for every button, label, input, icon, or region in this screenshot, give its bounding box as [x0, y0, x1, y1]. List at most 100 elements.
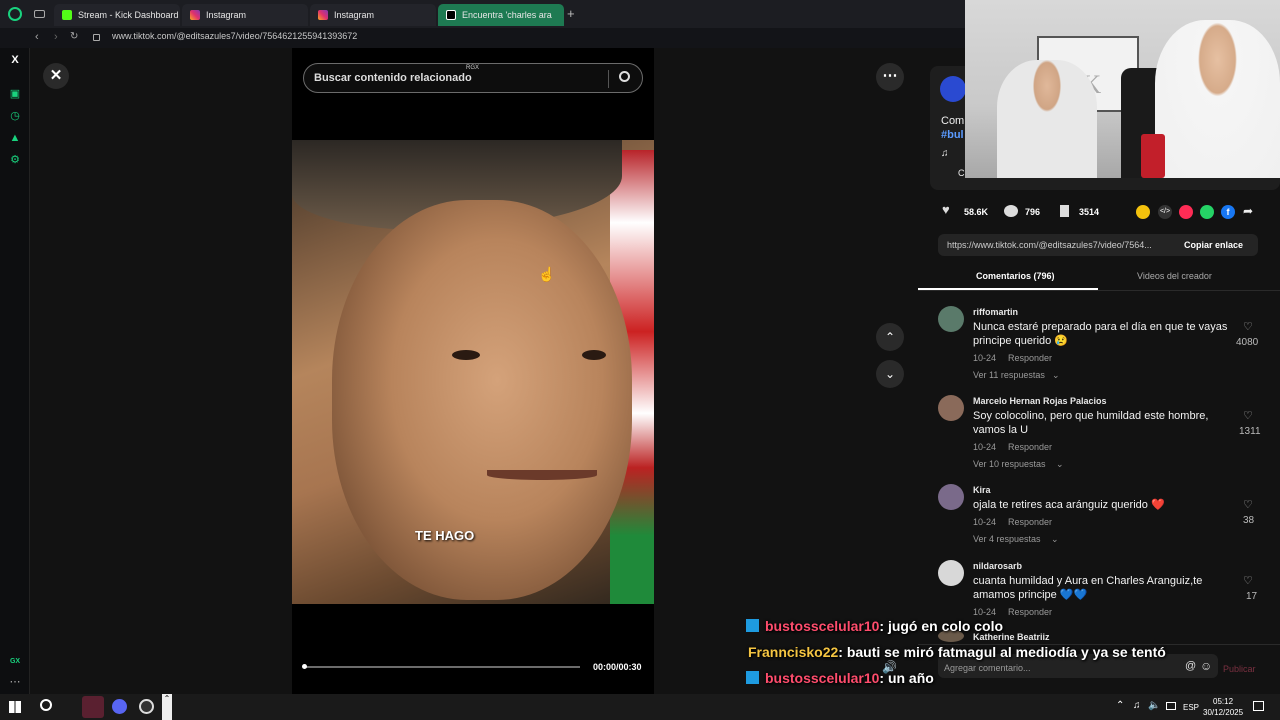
chat-badge-icon [746, 619, 759, 632]
video-caption: TE HAGO [415, 528, 475, 543]
settings-icon[interactable]: ⚙ [9, 154, 21, 166]
search-icon[interactable] [619, 71, 630, 82]
comment-like-icon[interactable]: ♡ [1243, 320, 1253, 333]
search-taskbar-icon[interactable] [40, 699, 52, 711]
next-video-button[interactable]: ⌄ [876, 360, 904, 388]
discord-taskbar-icon[interactable] [112, 699, 127, 714]
network-icon[interactable] [1166, 702, 1176, 710]
windows-start-icon[interactable] [9, 701, 21, 713]
tab-label: Stream - Kick Dashboard [78, 10, 179, 20]
like-count: 58.6K [964, 207, 989, 217]
taskbar-overflow-icon[interactable]: ⌃ [162, 694, 172, 720]
view-replies-button[interactable]: Ver 11 respuestas [973, 370, 1045, 380]
tab-comments[interactable]: Comentarios (796) [976, 271, 1055, 281]
share-arrow-icon[interactable]: ➦ [1243, 204, 1253, 218]
reply-button[interactable]: Responder [1008, 607, 1052, 617]
lock-icon [93, 34, 100, 41]
like-icon[interactable]: ♥ [942, 202, 950, 217]
comment-date: 10-24 [973, 442, 997, 452]
comment-username[interactable]: riffomartin [973, 307, 1018, 317]
copy-link-button[interactable]: Copiar enlace [1184, 240, 1243, 250]
chevron-down-icon[interactable]: ⌄ [1051, 534, 1059, 545]
tab-kick-dashboard[interactable]: Stream - Kick Dashboard [54, 4, 180, 26]
clock-time[interactable]: 05:12 [1213, 697, 1233, 706]
reload-icon[interactable]: ↻ [70, 31, 78, 42]
x-twitter-icon[interactable]: X [9, 54, 21, 66]
comment-like-icon[interactable]: ♡ [1243, 409, 1253, 422]
tab-instagram-1[interactable]: Instagram [182, 4, 308, 26]
person-right [1155, 20, 1280, 178]
cursor-hand-icon: ☝ [538, 266, 556, 282]
instagram-icon [190, 10, 200, 20]
view-replies-button[interactable]: Ver 10 respuestas [973, 459, 1046, 469]
repost-icon[interactable] [1136, 205, 1150, 219]
embed-icon[interactable]: </> [1158, 205, 1172, 219]
progress-track[interactable] [303, 666, 580, 668]
chevron-down-icon[interactable]: ⌄ [1052, 370, 1060, 381]
search-tag: RGX [466, 65, 480, 71]
send-icon[interactable] [1179, 205, 1193, 219]
extensions-icon[interactable]: ▲ [9, 132, 21, 144]
clock-date[interactable]: 30/12/2025 [1203, 708, 1243, 717]
comment-like-icon[interactable]: ♡ [1243, 574, 1253, 587]
url-text[interactable]: www.tiktok.com/@editsazules7/video/75646… [112, 31, 357, 41]
tiktok-icon [446, 10, 456, 20]
creator-hashtag[interactable]: #bul [941, 129, 964, 141]
comment-avatar[interactable] [938, 395, 964, 421]
more-options-icon[interactable]: ⋯ [876, 63, 904, 91]
music-icon[interactable]: ♫ [941, 148, 949, 159]
facebook-icon[interactable]: f [1221, 205, 1235, 219]
share-link-text[interactable]: https://www.tiktok.com/@editsazules7/vid… [947, 240, 1177, 250]
more-icon[interactable]: ⋯ [9, 676, 21, 688]
bookmark-icon[interactable] [1060, 205, 1069, 217]
comment-icon[interactable] [1004, 205, 1018, 217]
comment-username[interactable]: Kira [973, 485, 991, 495]
language-indicator[interactable]: ESP [1183, 703, 1199, 712]
reply-button[interactable]: Responder [1008, 353, 1052, 363]
comment-like-count: 38 [1243, 515, 1255, 526]
tab-instagram-2[interactable]: Instagram [310, 4, 436, 26]
back-icon[interactable]: ‹ [35, 31, 39, 43]
close-icon[interactable]: ✕ [43, 63, 69, 89]
tab-overview-icon[interactable] [34, 10, 45, 18]
comment-avatar[interactable] [938, 484, 964, 510]
chat-username: Franncisko22 [748, 644, 839, 660]
tab-tiktok-active[interactable]: Encuentra 'charles ara [438, 4, 564, 26]
tray-chevron-icon[interactable]: ⌃ [1116, 700, 1124, 711]
creator-avatar[interactable] [940, 76, 966, 102]
forward-icon[interactable]: › [54, 31, 58, 43]
comment-text: ojala te retires aca aránguiz querido ❤️ [973, 499, 1165, 511]
history-icon[interactable]: ◷ [9, 110, 21, 122]
search-input[interactable]: Buscar contenido relacionado RGX [303, 63, 643, 93]
comment-avatar[interactable] [938, 306, 964, 332]
comment-like-count: 1311 [1239, 426, 1261, 437]
comment-like-icon[interactable]: ♡ [1243, 498, 1253, 511]
video-player[interactable]: TE HAGO ☝ [292, 140, 654, 604]
tab-creator-videos[interactable]: Videos del creador [1137, 271, 1212, 281]
tab-label: Instagram [334, 10, 375, 20]
progress-thumb[interactable] [302, 664, 307, 669]
reply-button[interactable]: Responder [1008, 442, 1052, 452]
chat-badge-icon [746, 671, 759, 684]
tab-label: Instagram [206, 10, 247, 20]
opera-gx-taskbar-icon[interactable] [82, 696, 104, 718]
view-replies-button[interactable]: Ver 4 respuestas [973, 534, 1041, 544]
obs-taskbar-icon[interactable] [139, 699, 154, 714]
new-tab-button[interactable]: + [567, 6, 575, 21]
comment-username[interactable]: Marcelo Hernan Rojas Palacios [973, 396, 1107, 406]
reply-button[interactable]: Responder [1008, 517, 1052, 527]
chat-username: bustosscelular10 [765, 618, 880, 634]
notifications-icon[interactable] [1253, 701, 1264, 711]
comment-avatar[interactable] [938, 560, 964, 586]
chat-message: bustosscelular10: jugó en colo colo [746, 618, 1003, 636]
opera-logo-icon[interactable] [8, 7, 22, 21]
chevron-down-icon[interactable]: ⌄ [1056, 459, 1064, 470]
wallet-icon[interactable]: ▣ [9, 88, 21, 100]
microphone-icon[interactable]: ♫ [1133, 700, 1141, 711]
volume-tray-icon[interactable]: 🔈 [1148, 700, 1160, 711]
gx-label: GX [9, 658, 21, 665]
comment-username[interactable]: nildarosarb [973, 561, 1022, 571]
previous-video-button[interactable]: ⌃ [876, 323, 904, 351]
whatsapp-icon[interactable] [1200, 205, 1214, 219]
instagram-icon [318, 10, 328, 20]
